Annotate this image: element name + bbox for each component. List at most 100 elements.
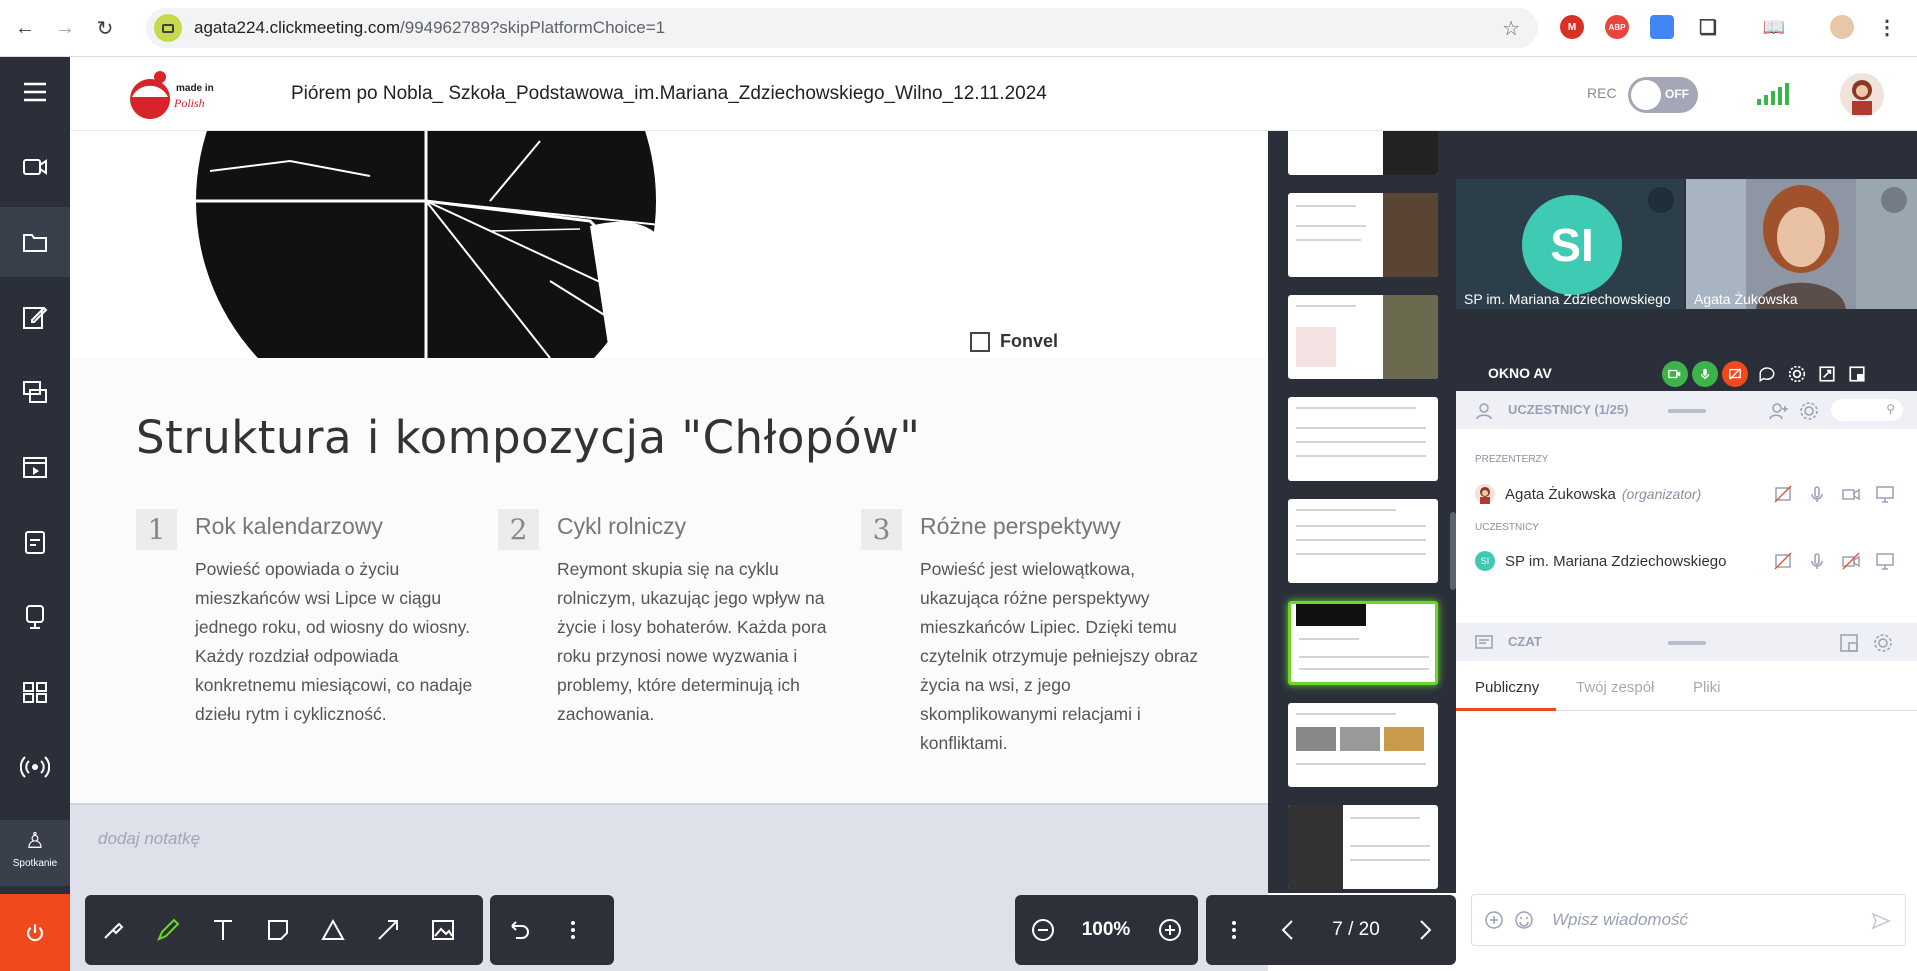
monitor-icon[interactable] (1875, 484, 1895, 504)
participant-avatar: SI (1475, 551, 1495, 571)
profile-avatar[interactable] (1830, 15, 1854, 39)
participant-row[interactable]: Agata Żukowska (organizator) (1475, 480, 1905, 508)
settings-gear-icon[interactable] (1784, 361, 1810, 387)
tab-public[interactable]: Publiczny (1475, 679, 1539, 696)
window-layout-icon[interactable] (1844, 361, 1870, 387)
video-tile-agata[interactable]: Agata Żukowska (1686, 179, 1917, 309)
participant-row[interactable]: SI SP im. Mariana Zdziechowskiego (1475, 547, 1905, 575)
whiteboard-edit-icon[interactable] (0, 282, 70, 352)
chat-bubble-icon[interactable] (1754, 361, 1780, 387)
broadcast-icon[interactable] (0, 732, 70, 802)
pen-icon[interactable] (140, 895, 195, 965)
tab-team[interactable]: Twój zespół (1576, 679, 1654, 696)
column-number: 3 (861, 509, 902, 550)
sticky-note-icon[interactable] (250, 895, 305, 965)
meeting-title: Piórem po Nobla_ Szkoła_Podstawowa_im.Ma… (291, 83, 1047, 104)
participants-title: UCZESTNICY (1/25) (1508, 402, 1629, 417)
chat-icon (1474, 633, 1494, 653)
chat-composer: Wpisz wiadomość (1471, 894, 1906, 946)
undo-icon[interactable] (490, 895, 545, 965)
video-player-icon[interactable] (0, 432, 70, 502)
more-vertical-icon[interactable] (1206, 895, 1261, 965)
folder-icon[interactable] (0, 207, 70, 277)
gmail-icon[interactable]: M (1560, 15, 1584, 39)
zoom-out-icon[interactable] (1015, 895, 1070, 965)
bookmark-star-icon[interactable]: ☆ (1502, 16, 1520, 41)
video-tile-school[interactable]: SI SP im. Mariana Zdziechowskiego (1456, 179, 1684, 309)
attach-plus-icon[interactable] (1484, 910, 1504, 930)
more-vertical-icon[interactable] (545, 895, 600, 965)
reading-list-icon[interactable]: 📖 (1762, 15, 1786, 39)
next-page-icon[interactable] (1396, 895, 1451, 965)
participants-header[interactable]: UCZESTNICY (1/25) ⚲ (1456, 391, 1917, 429)
meeting-tab[interactable]: ♙ Spotkanie (0, 820, 70, 886)
microphone-toggle-icon[interactable] (1692, 361, 1718, 387)
screen-share-off-icon[interactable] (1773, 551, 1793, 571)
hamburger-menu-icon[interactable] (0, 57, 70, 127)
camera-icon[interactable] (1841, 484, 1861, 504)
screen-share-off-icon[interactable] (1773, 484, 1793, 504)
svg-text:Polish: Polish (173, 96, 205, 110)
camera-toggle-icon[interactable] (1662, 361, 1688, 387)
wheel-diagram-image (190, 131, 671, 358)
google-ext-icon[interactable] (1650, 15, 1674, 39)
column-body: Powieść jest wielowątkowa, ukazująca róż… (920, 559, 1199, 753)
emoji-icon[interactable] (1514, 910, 1534, 930)
camera-off-icon[interactable] (1841, 551, 1861, 571)
left-sidebar: ♙ Spotkanie (0, 57, 70, 971)
slide: Fonvel Struktura i kompozycja "Chłopów" … (70, 131, 1268, 803)
participants-settings-icon[interactable] (1798, 400, 1820, 422)
slide-thumbnail[interactable] (1288, 193, 1438, 277)
fonvel-label: Fonvel (1000, 331, 1059, 351)
arrow-tool-icon[interactable] (360, 895, 415, 965)
screen-share-off-icon[interactable] (1722, 361, 1748, 387)
zoom-toolbar: 100% (1015, 895, 1198, 965)
chat-settings-icon[interactable] (1872, 632, 1894, 654)
send-icon[interactable] (1871, 911, 1891, 931)
slide-thumbnail-active[interactable] (1288, 601, 1438, 685)
chat-message-input[interactable]: Wpisz wiadomość (1552, 910, 1688, 930)
browser-menu-icon[interactable]: ⋮ (1875, 15, 1899, 39)
shape-triangle-icon[interactable] (305, 895, 360, 965)
presentation-stage: Fonvel Struktura i kompozycja "Chłopów" … (70, 131, 1268, 803)
apps-grid-icon[interactable] (0, 657, 70, 727)
slide-thumbnail[interactable] (1288, 499, 1438, 583)
webinar-icon[interactable] (0, 582, 70, 652)
user-avatar[interactable] (1840, 73, 1884, 117)
address-bar[interactable]: agata224.clickmeeting.com/994962789?skip… (146, 8, 1538, 48)
slide-thumbnail[interactable] (1288, 131, 1438, 175)
fonvel-checkbox[interactable]: Fonvel (970, 331, 1058, 352)
previous-page-icon[interactable] (1261, 895, 1316, 965)
extensions-puzzle-icon[interactable]: ❏ (1696, 15, 1720, 39)
adblock-icon[interactable]: ABP (1605, 15, 1629, 39)
power-exit-icon[interactable] (0, 894, 70, 971)
forward-icon[interactable]: → (50, 13, 80, 43)
resize-grip[interactable] (1668, 641, 1706, 645)
microphone-icon[interactable] (1807, 551, 1827, 571)
participant-search-input[interactable]: ⚲ (1831, 399, 1903, 421)
rec-toggle[interactable]: OFF (1628, 77, 1698, 113)
screen-share-icon[interactable] (0, 357, 70, 427)
test-clipboard-icon[interactable] (0, 507, 70, 577)
chat-popout-icon[interactable] (1838, 632, 1860, 654)
microphone-icon[interactable] (1807, 484, 1827, 504)
add-participant-icon[interactable] (1768, 400, 1790, 422)
slide-thumbnail[interactable] (1288, 805, 1438, 889)
reload-icon[interactable]: ↻ (90, 13, 120, 43)
monitor-icon[interactable] (1875, 551, 1895, 571)
logo-text: made in (176, 83, 214, 94)
slide-thumbnail[interactable] (1288, 397, 1438, 481)
image-tool-icon[interactable] (415, 895, 470, 965)
zoom-in-icon[interactable] (1142, 895, 1197, 965)
slide-thumbnail[interactable] (1288, 295, 1438, 379)
laser-pointer-icon[interactable] (85, 895, 140, 965)
chat-header[interactable]: CZAT (1456, 623, 1917, 661)
tab-files[interactable]: Pliki (1693, 679, 1721, 696)
text-tool-icon[interactable] (195, 895, 250, 965)
camera-icon[interactable] (0, 132, 70, 202)
site-info-icon[interactable] (154, 14, 182, 42)
resize-grip[interactable] (1668, 409, 1706, 413)
back-icon[interactable]: ← (10, 13, 40, 43)
popout-icon[interactable] (1814, 361, 1840, 387)
slide-thumbnail[interactable] (1288, 703, 1438, 787)
